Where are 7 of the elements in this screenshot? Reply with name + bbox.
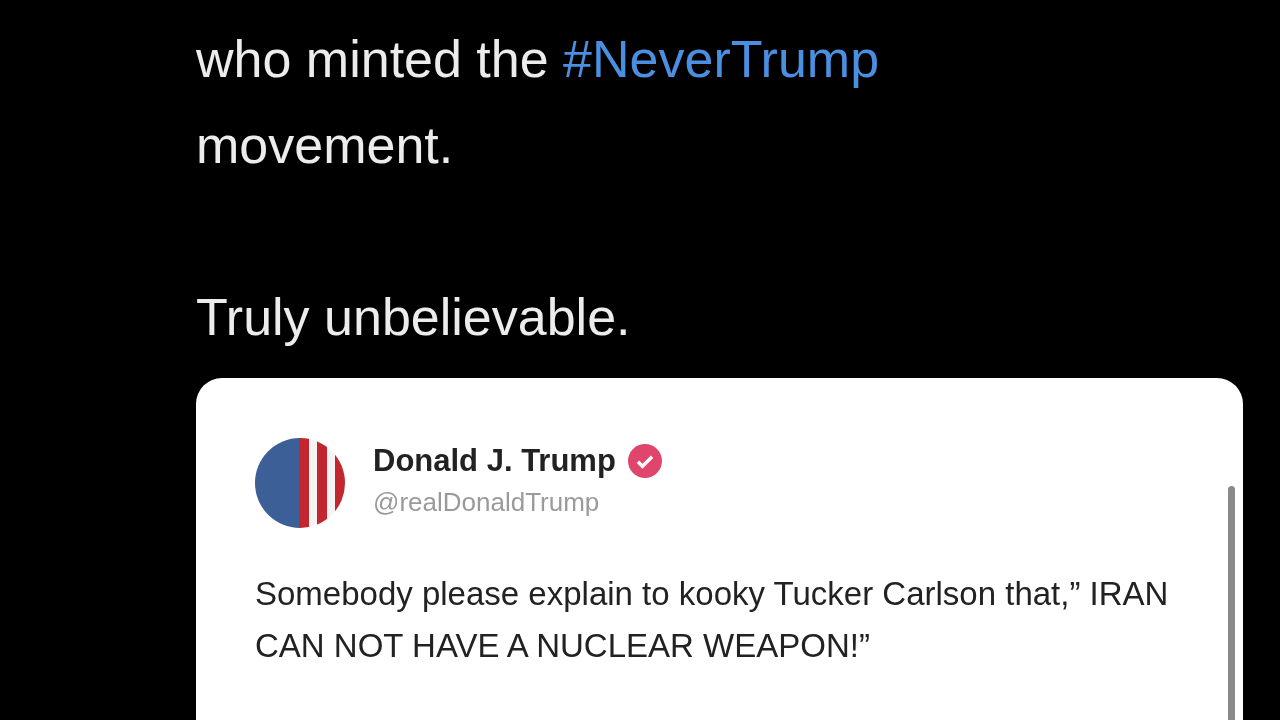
- scrollbar[interactable]: [1228, 486, 1235, 720]
- post-text: Truly unbelievable.: [196, 287, 632, 348]
- author-name: Donald J. Trump: [373, 442, 616, 479]
- hashtag-link[interactable]: #NeverTrump: [563, 30, 880, 88]
- author-handle: @realDonaldTrump: [373, 486, 601, 518]
- quoted-post-text: Somebody please explain to kooky Tucker Carlson that,” IRAN CAN NOT HAVE A NUCLEAR WEAPON!”: [255, 574, 1170, 666]
- post-text: who minted the #NeverTrump movement.: [196, 29, 881, 176]
